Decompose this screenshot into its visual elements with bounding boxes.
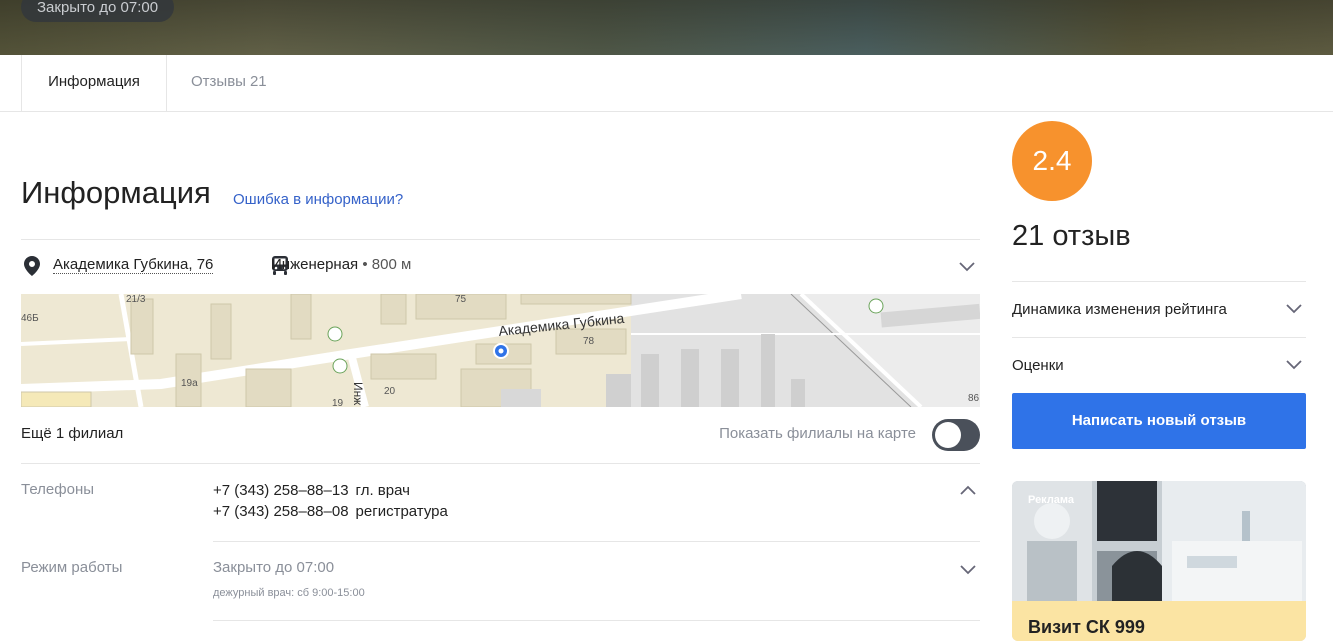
ad-label: Реклама — [1028, 494, 1075, 506]
tab-reviews-count: 21 — [249, 73, 267, 90]
hero-banner: Закрыто до 07:00 — [0, 0, 1333, 55]
chevron-down-icon — [1286, 304, 1302, 314]
tab-information[interactable]: Информация — [21, 55, 167, 111]
svg-text:20: 20 — [384, 386, 396, 397]
phone-list: +7 (343) 258–88–13 гл. врач +7 (343) 258–… — [213, 480, 448, 522]
ad-card[interactable]: Реклама Визит СК 999 — [1012, 481, 1306, 641]
hours-status: Закрыто до 07:00 — [213, 559, 335, 576]
transit-stop-name: Инженерная — [271, 256, 359, 273]
tab-reviews[interactable]: Отзывы 21 — [191, 55, 267, 111]
divider — [213, 620, 980, 621]
svg-text:75: 75 — [455, 294, 467, 305]
svg-text:46Б: 46Б — [21, 313, 39, 324]
branches-row: Ещё 1 филиал Показать филиалы на карте — [21, 415, 980, 455]
svg-text:Инж: Инж — [351, 382, 365, 405]
rating-dynamics-label: Динамика изменения рейтинга — [1012, 301, 1227, 318]
map[interactable]: 21/3 46Б 75 78 19а 20 19 86 Академика Гу… — [21, 294, 980, 407]
section-title: Информация — [21, 175, 211, 210]
location-pin-icon — [24, 256, 40, 276]
svg-text:78: 78 — [583, 336, 595, 347]
phone-number[interactable]: +7 (343) 258–88–13 — [213, 482, 349, 499]
show-branches-label: Показать филиалы на карте — [719, 425, 916, 442]
toggle-knob — [935, 422, 961, 448]
more-branches-link[interactable]: Ещё 1 филиал — [21, 425, 123, 442]
report-error-link[interactable]: Ошибка в информации? — [233, 191, 403, 208]
tab-reviews-label: Отзывы — [191, 73, 246, 90]
address-row: Академика Губкина, 76 Инженерная • 800 м — [21, 240, 980, 294]
svg-text:19: 19 — [332, 398, 344, 407]
phone-item: +7 (343) 258–88–13 гл. врач — [213, 480, 448, 501]
ad-title: Визит СК 999 — [1028, 617, 1145, 637]
chevron-down-icon[interactable] — [960, 565, 976, 575]
tab-information-label: Информация — [48, 73, 140, 90]
write-review-button[interactable]: Написать новый отзыв — [1012, 393, 1306, 449]
hours-label: Режим работы — [21, 559, 123, 576]
chevron-down-icon — [1286, 360, 1302, 370]
chevron-down-icon[interactable] — [959, 262, 975, 272]
chevron-up-icon[interactable] — [960, 485, 976, 495]
svg-text:86: 86 — [968, 393, 980, 404]
phone-note: гл. врач — [355, 482, 410, 499]
status-badge: Закрыто до 07:00 — [21, 0, 175, 22]
divider — [21, 463, 980, 464]
divider — [213, 541, 980, 542]
rating-badge: 2.4 — [1012, 121, 1092, 201]
reviews-count: 21 отзыв — [1012, 220, 1131, 252]
phone-item: +7 (343) 258–88–08 регистратура — [213, 501, 448, 522]
phones-label: Телефоны — [21, 481, 95, 498]
svg-text:19а: 19а — [181, 378, 198, 389]
ratings-label: Оценки — [1012, 357, 1064, 374]
ratings-item[interactable]: Оценки — [1012, 338, 1306, 392]
hours-note: дежурный врач: сб 9:00-15:00 — [213, 587, 365, 599]
phone-note: регистратура — [355, 503, 448, 520]
address-link[interactable]: Академика Губкина, 76 — [53, 256, 214, 274]
show-branches-toggle[interactable] — [932, 419, 980, 451]
phone-number[interactable]: +7 (343) 258–88–08 — [213, 503, 349, 520]
svg-text:21/3: 21/3 — [126, 294, 146, 305]
ad-footer: Визит СК 999 — [1012, 601, 1306, 641]
rating-dynamics-item[interactable]: Динамика изменения рейтинга — [1012, 282, 1306, 336]
tab-bar: Информация Отзывы 21 — [0, 55, 1333, 112]
transit-stop-distance: • 800 м — [362, 256, 412, 273]
transit-stop: Инженерная • 800 м — [271, 256, 411, 273]
